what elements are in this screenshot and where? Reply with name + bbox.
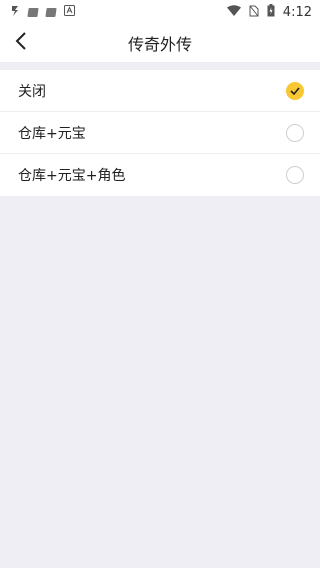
unchecked-radio-icon[interactable] <box>286 166 304 184</box>
notification-s-icon <box>10 5 20 20</box>
status-bar: 4:12 <box>0 0 320 24</box>
option-row-warehouse-ingot[interactable]: 仓库+元宝 <box>0 112 320 154</box>
status-time: 4:12 <box>282 4 312 20</box>
app-icon <box>45 7 57 17</box>
nav-bar: 传奇外传 <box>0 24 320 62</box>
section-gap <box>0 62 320 70</box>
app-icon <box>27 7 39 17</box>
option-row-close[interactable]: 关闭 <box>0 70 320 112</box>
app-a-icon <box>64 5 75 19</box>
option-label: 关闭 <box>18 83 46 100</box>
option-row-warehouse-ingot-character[interactable]: 仓库+元宝+角色 <box>0 154 320 196</box>
battery-charging-icon <box>267 4 275 20</box>
unchecked-radio-icon[interactable] <box>286 123 304 142</box>
checked-radio-icon[interactable] <box>286 81 304 100</box>
no-sim-icon <box>249 5 259 20</box>
chevron-left-icon <box>15 32 27 54</box>
status-right-icons: 4:12 <box>226 4 312 20</box>
wifi-icon <box>226 5 241 19</box>
status-left-icons <box>10 5 75 20</box>
page-title: 传奇外传 <box>127 35 192 54</box>
option-label: 仓库+元宝+角色 <box>18 168 126 184</box>
back-button[interactable] <box>6 28 36 58</box>
option-label: 仓库+元宝 <box>18 125 86 142</box>
option-list: 关闭 仓库+元宝 仓库+元宝+角色 <box>0 70 320 196</box>
